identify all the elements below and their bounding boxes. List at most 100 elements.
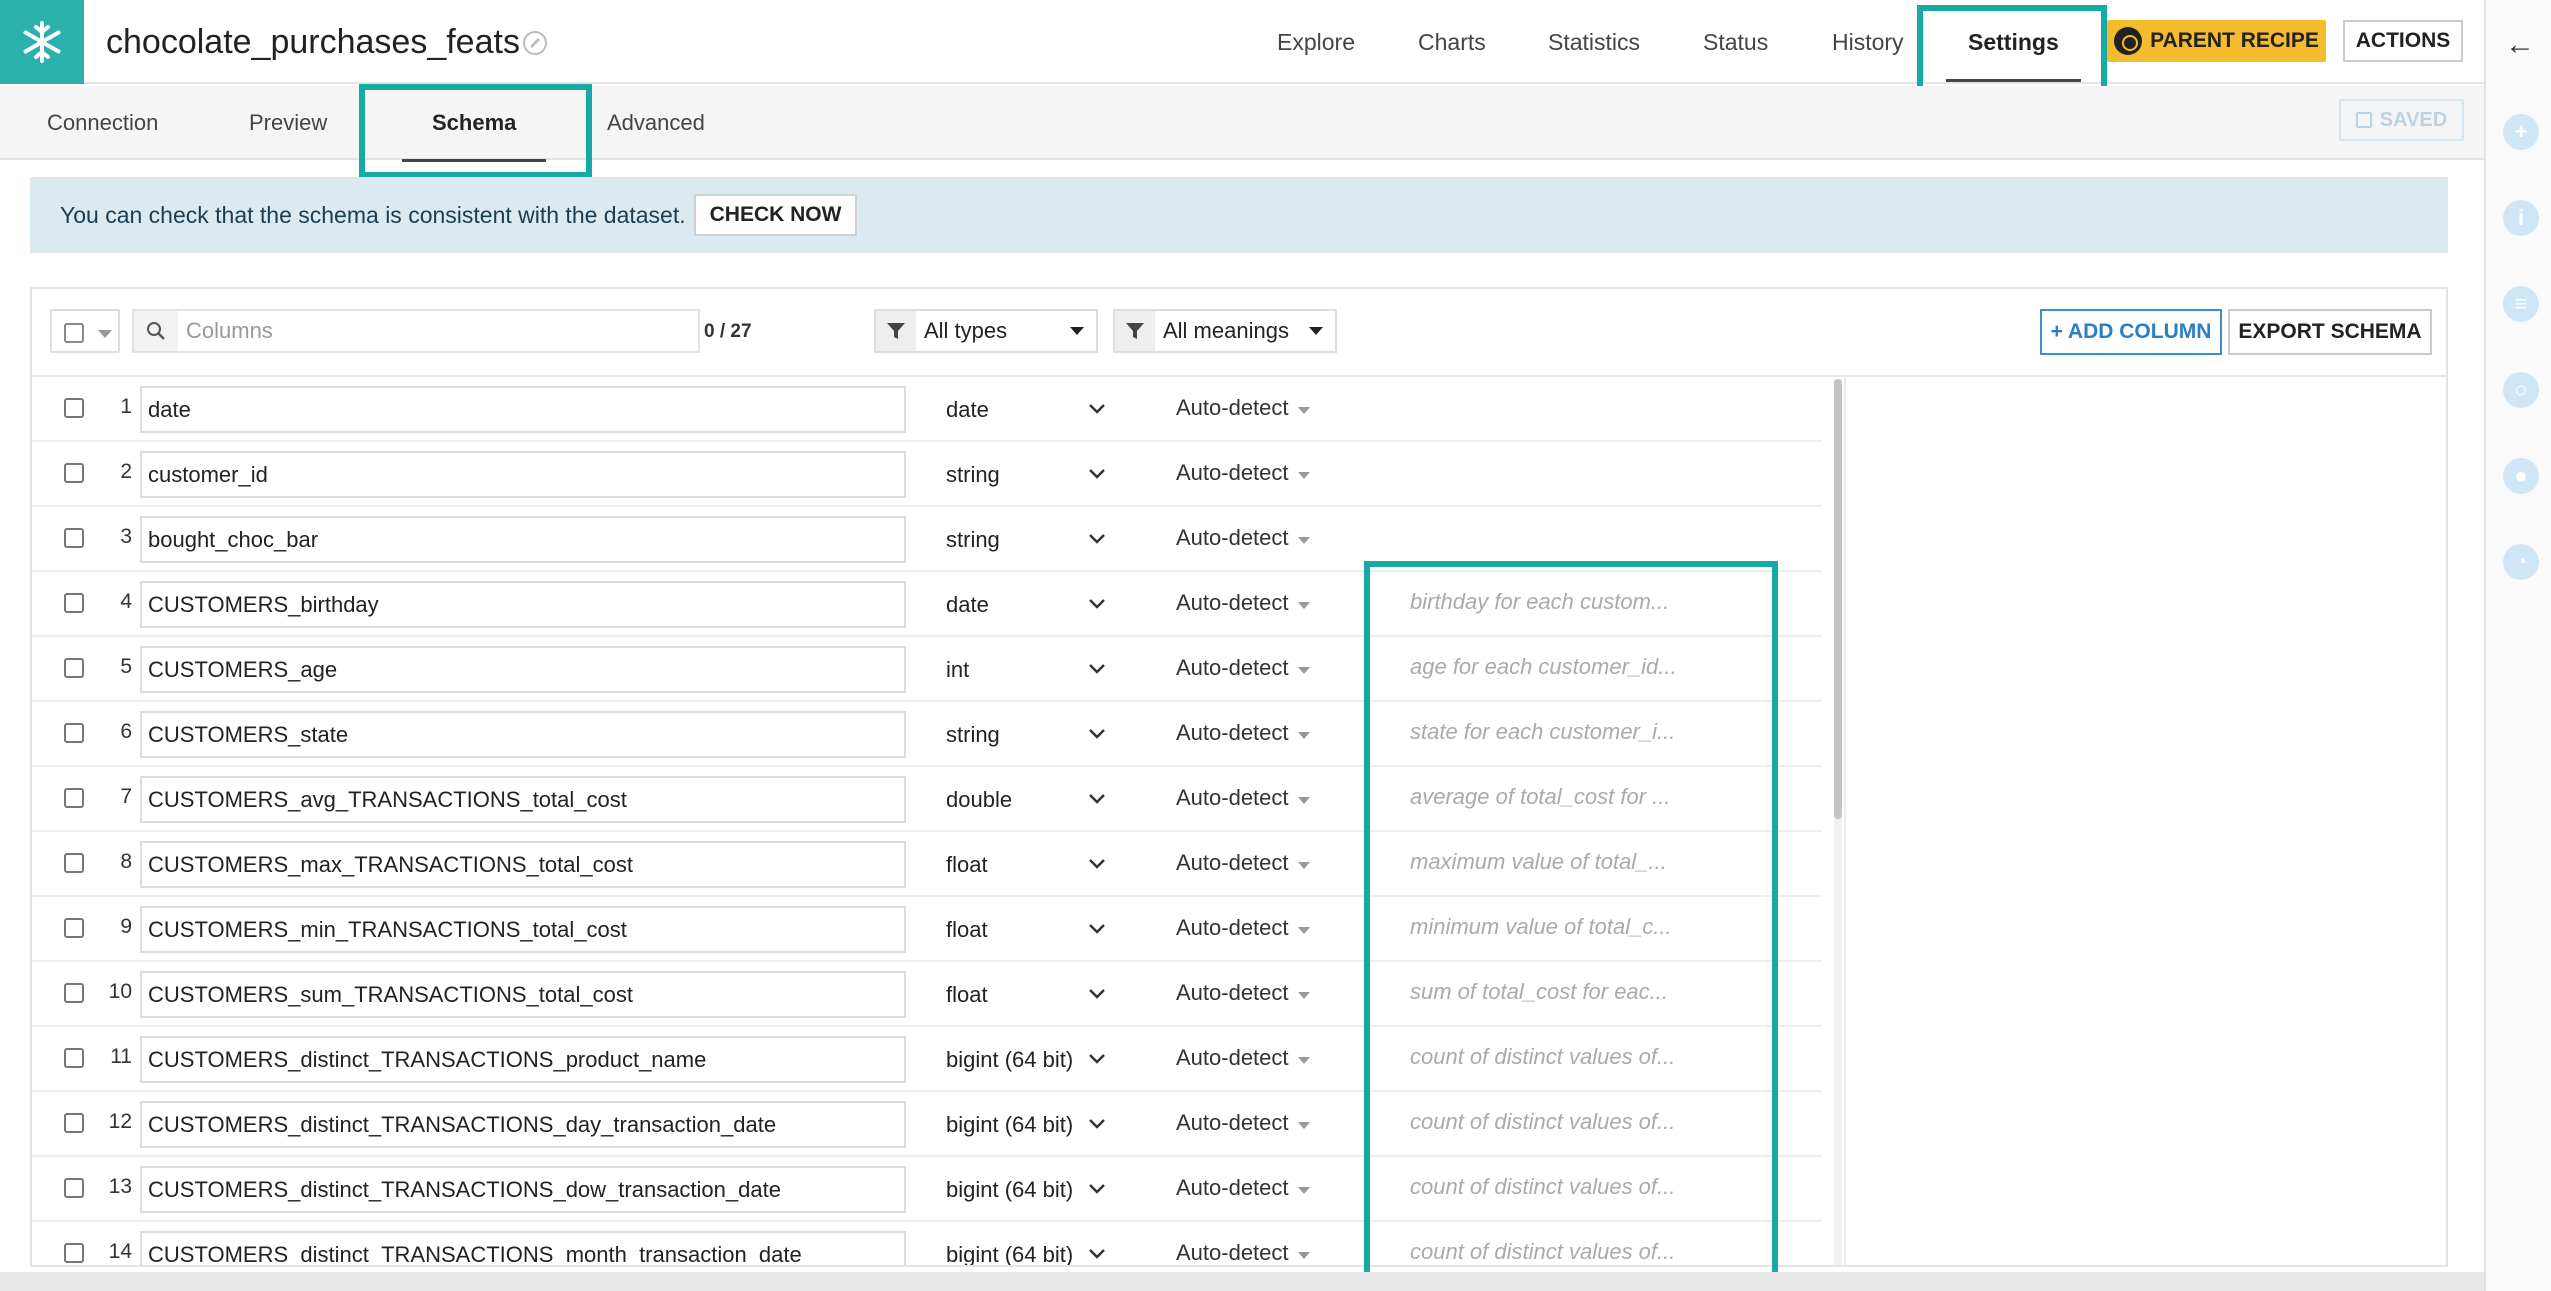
- column-name-input[interactable]: date: [140, 386, 906, 433]
- row-checkbox[interactable]: [64, 528, 84, 548]
- column-name-input[interactable]: CUSTOMERS_avg_TRANSACTIONS_total_cost: [140, 776, 906, 823]
- column-meaning-select[interactable]: Auto-detect: [1176, 395, 1289, 421]
- column-type-select[interactable]: bigint (64 bit): [946, 1047, 1073, 1073]
- column-meaning-select[interactable]: Auto-detect: [1176, 1240, 1289, 1265]
- column-name-input[interactable]: CUSTOMERS_age: [140, 646, 906, 693]
- nav-charts[interactable]: Charts: [1418, 0, 1486, 84]
- chevron-down-icon[interactable]: [1086, 527, 1108, 549]
- column-meaning-select[interactable]: Auto-detect: [1176, 850, 1289, 876]
- column-meaning-select[interactable]: Auto-detect: [1176, 785, 1289, 811]
- column-type-select[interactable]: bigint (64 bit): [946, 1112, 1073, 1138]
- chevron-down-icon[interactable]: [1086, 1177, 1108, 1199]
- search-input[interactable]: [178, 311, 698, 351]
- bottom-scrollbar[interactable]: [0, 1272, 2484, 1291]
- column-name-input[interactable]: CUSTOMERS_birthday: [140, 581, 906, 628]
- scrollbar-thumb[interactable]: [1834, 379, 1842, 819]
- column-meaning-select[interactable]: Auto-detect: [1176, 590, 1289, 616]
- row-checkbox[interactable]: [64, 1178, 84, 1198]
- column-name-input[interactable]: bought_choc_bar: [140, 516, 906, 563]
- lab-icon[interactable]: ●: [2503, 458, 2539, 494]
- column-name-input[interactable]: customer_id: [140, 451, 906, 498]
- snowflake-icon[interactable]: [0, 0, 84, 84]
- column-meaning-select[interactable]: Auto-detect: [1176, 525, 1289, 551]
- chevron-down-icon[interactable]: [1086, 397, 1108, 419]
- chevron-down-icon[interactable]: [1086, 657, 1108, 679]
- row-checkbox[interactable]: [64, 723, 84, 743]
- add-column-button[interactable]: + ADD COLUMN: [2040, 309, 2222, 355]
- select-all-checkbox[interactable]: [64, 323, 84, 343]
- nav-explore[interactable]: Explore: [1277, 0, 1355, 84]
- chevron-down-icon[interactable]: [1086, 1242, 1108, 1264]
- column-type-select[interactable]: bigint (64 bit): [946, 1177, 1073, 1203]
- chevron-down-icon[interactable]: [1086, 787, 1108, 809]
- row-checkbox[interactable]: [64, 1243, 84, 1263]
- vertical-scrollbar[interactable]: [1834, 379, 1842, 1265]
- row-checkbox[interactable]: [64, 1048, 84, 1068]
- column-meaning-select[interactable]: Auto-detect: [1176, 1110, 1289, 1136]
- row-checkbox[interactable]: [64, 1113, 84, 1133]
- nav-statistics[interactable]: Statistics: [1548, 0, 1640, 84]
- clock-icon[interactable]: ◔: [2503, 544, 2539, 580]
- row-checkbox[interactable]: [64, 658, 84, 678]
- column-type-select[interactable]: date: [946, 397, 989, 423]
- column-type-select[interactable]: double: [946, 787, 1012, 813]
- column-name-input[interactable]: CUSTOMERS_state: [140, 711, 906, 758]
- chevron-down-icon[interactable]: [1086, 1047, 1108, 1069]
- column-name-input[interactable]: CUSTOMERS_max_TRANSACTIONS_total_cost: [140, 841, 906, 888]
- column-meaning-select[interactable]: Auto-detect: [1176, 655, 1289, 681]
- meaning-filter-select[interactable]: All meanings: [1113, 309, 1337, 353]
- dataset-name[interactable]: chocolate_purchases_feats: [106, 20, 520, 64]
- column-name-input[interactable]: CUSTOMERS_min_TRANSACTIONS_total_cost: [140, 906, 906, 953]
- column-name-input[interactable]: CUSTOMERS_distinct_TRANSACTIONS_dow_tran…: [140, 1166, 906, 1213]
- column-meaning-select[interactable]: Auto-detect: [1176, 1175, 1289, 1201]
- chevron-down-icon[interactable]: [1086, 982, 1108, 1004]
- chevron-down-icon[interactable]: [1086, 722, 1108, 744]
- column-type-select[interactable]: string: [946, 722, 1000, 748]
- back-arrow-icon[interactable]: ←: [2502, 28, 2538, 64]
- column-name-input[interactable]: CUSTOMERS_distinct_TRANSACTIONS_product_…: [140, 1036, 906, 1083]
- column-type-select[interactable]: float: [946, 852, 988, 878]
- chevron-down-icon[interactable]: [1086, 852, 1108, 874]
- type-filter-select[interactable]: All types: [874, 309, 1098, 353]
- tab-advanced[interactable]: Advanced: [607, 86, 705, 160]
- column-meaning-select[interactable]: Auto-detect: [1176, 720, 1289, 746]
- list-icon[interactable]: ≡: [2503, 286, 2539, 322]
- column-meaning-select[interactable]: Auto-detect: [1176, 980, 1289, 1006]
- column-name-input[interactable]: CUSTOMERS_distinct_TRANSACTIONS_month_tr…: [140, 1231, 906, 1265]
- check-now-button[interactable]: CHECK NOW: [693, 194, 858, 236]
- chat-icon[interactable]: ○: [2503, 372, 2539, 408]
- column-type-select[interactable]: string: [946, 462, 1000, 488]
- nav-status[interactable]: Status: [1703, 0, 1768, 84]
- column-type-select[interactable]: int: [946, 657, 969, 683]
- chevron-down-icon[interactable]: [1086, 917, 1108, 939]
- tab-connection[interactable]: Connection: [47, 86, 158, 160]
- row-checkbox[interactable]: [64, 593, 84, 613]
- edit-tag-icon[interactable]: [520, 28, 550, 58]
- column-name-input[interactable]: CUSTOMERS_distinct_TRANSACTIONS_day_tran…: [140, 1101, 906, 1148]
- row-checkbox[interactable]: [64, 853, 84, 873]
- column-meaning-select[interactable]: Auto-detect: [1176, 460, 1289, 486]
- actions-button[interactable]: ACTIONS: [2343, 20, 2463, 62]
- row-checkbox[interactable]: [64, 398, 84, 418]
- export-schema-button[interactable]: EXPORT SCHEMA: [2228, 309, 2432, 355]
- parent-recipe-button[interactable]: PARENT RECIPE: [2107, 20, 2326, 62]
- column-type-select[interactable]: date: [946, 592, 989, 618]
- plus-icon[interactable]: +: [2503, 114, 2539, 150]
- row-checkbox[interactable]: [64, 788, 84, 808]
- nav-history[interactable]: History: [1832, 0, 1904, 84]
- row-checkbox[interactable]: [64, 983, 84, 1003]
- row-checkbox[interactable]: [64, 463, 84, 483]
- info-icon[interactable]: i: [2503, 200, 2539, 236]
- column-type-select[interactable]: string: [946, 527, 1000, 553]
- tab-preview[interactable]: Preview: [249, 86, 327, 160]
- column-name-input[interactable]: CUSTOMERS_sum_TRANSACTIONS_total_cost: [140, 971, 906, 1018]
- chevron-down-icon[interactable]: [1086, 592, 1108, 614]
- column-meaning-select[interactable]: Auto-detect: [1176, 915, 1289, 941]
- row-checkbox[interactable]: [64, 918, 84, 938]
- select-all-dropdown[interactable]: [50, 309, 120, 353]
- column-type-select[interactable]: float: [946, 982, 988, 1008]
- chevron-down-icon[interactable]: [1086, 462, 1108, 484]
- saved-button[interactable]: SAVED: [2339, 99, 2464, 141]
- column-meaning-select[interactable]: Auto-detect: [1176, 1045, 1289, 1071]
- chevron-down-icon[interactable]: [1086, 1112, 1108, 1134]
